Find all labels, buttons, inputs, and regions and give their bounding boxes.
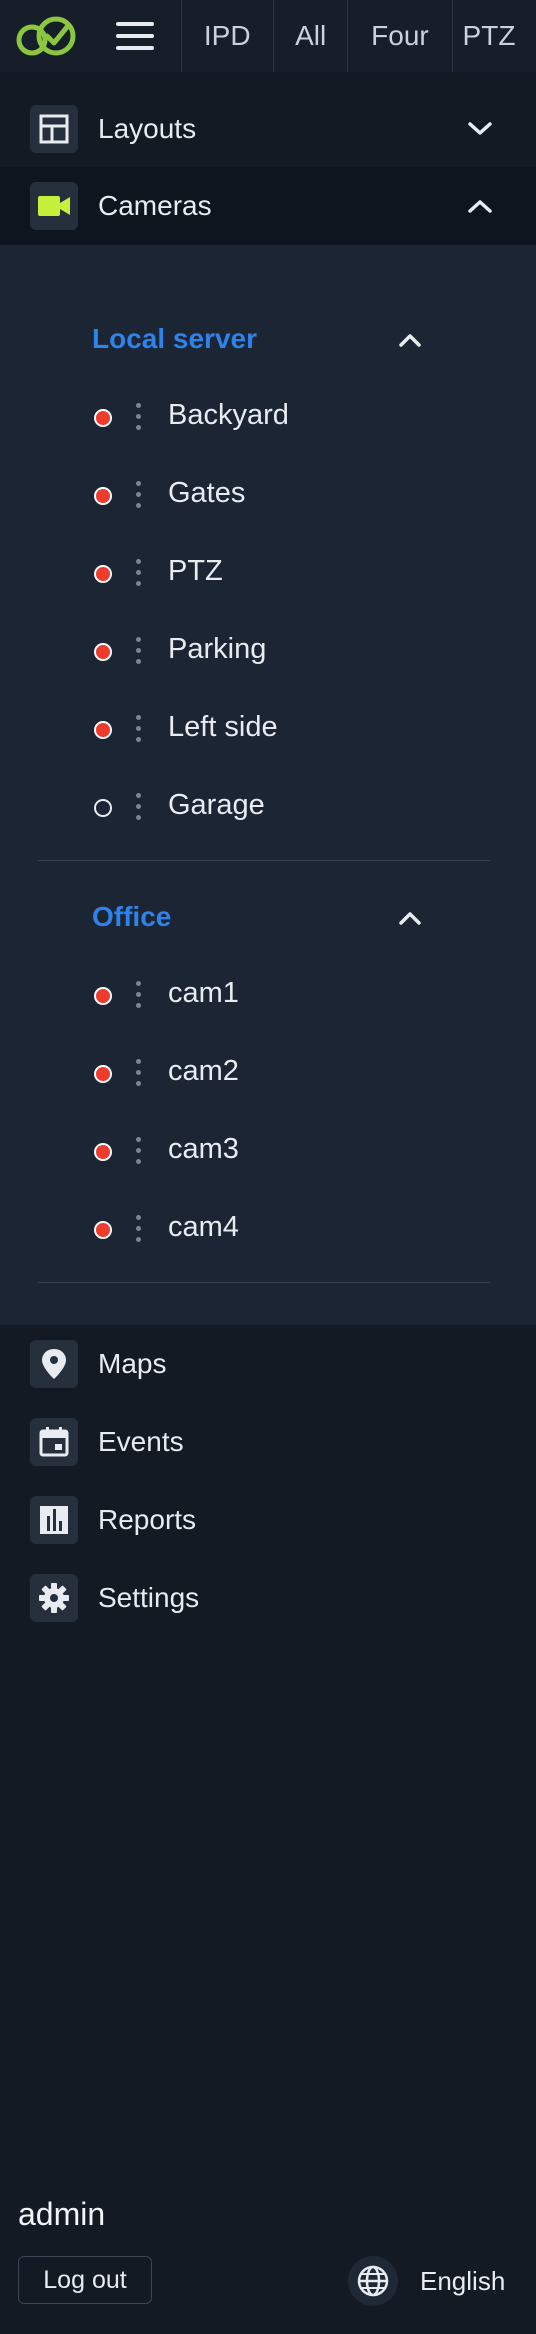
nav-item-cameras[interactable]: Cameras (0, 167, 536, 245)
drag-handle-icon[interactable] (136, 481, 142, 511)
camera-item[interactable]: cam3 (92, 1127, 492, 1177)
drag-handle-icon[interactable] (136, 637, 142, 667)
drag-handle-icon[interactable] (136, 1215, 142, 1245)
chevron-up-icon[interactable] (394, 324, 426, 356)
status-dot-online (94, 487, 112, 505)
camera-item[interactable]: Backyard (92, 393, 492, 443)
drag-handle-icon[interactable] (136, 981, 142, 1011)
menu-button[interactable] (89, 0, 182, 72)
nav-item-events[interactable]: Events (0, 1403, 536, 1481)
camera-label: Parking (168, 633, 267, 665)
group-divider (38, 860, 490, 861)
gear-icon (30, 1574, 78, 1622)
drag-handle-icon[interactable] (136, 793, 142, 823)
camera-item[interactable]: Parking (92, 627, 492, 677)
group-title-local-server[interactable]: Local server (92, 323, 257, 355)
nav-item-layouts[interactable]: Layouts (0, 90, 536, 168)
top-bar: IPD All Four PTZ (0, 0, 536, 72)
calendar-icon (30, 1418, 78, 1466)
camera-label: cam3 (168, 1133, 239, 1165)
video-camera-icon (30, 182, 78, 230)
drag-handle-icon[interactable] (136, 715, 142, 745)
group-title-office[interactable]: Office (92, 901, 171, 933)
hamburger-menu-icon (115, 22, 154, 50)
layout-grid-icon (30, 105, 78, 153)
globe-icon[interactable] (348, 2256, 398, 2306)
camera-label: cam1 (168, 977, 239, 1009)
status-dot-online (94, 721, 112, 739)
camera-label: Backyard (168, 399, 289, 431)
nav-label-reports: Reports (98, 1504, 197, 1535)
cameras-panel: Local server Backyard Gates PTZ Parking … (0, 245, 536, 1325)
tab-ipd[interactable]: IPD (182, 0, 274, 72)
camera-item[interactable]: cam4 (92, 1205, 492, 1255)
nav-label-maps: Maps (98, 1348, 167, 1379)
camera-label: Gates (168, 477, 246, 509)
nav-label-settings: Settings (98, 1582, 200, 1613)
nav-label-cameras: Cameras (98, 190, 212, 221)
camera-item[interactable]: Left side (92, 705, 492, 755)
camera-item[interactable]: Gates (92, 471, 492, 521)
chevron-up-icon[interactable] (464, 190, 496, 222)
status-dot-online (94, 565, 112, 583)
camera-label: Garage (168, 789, 265, 821)
camera-item[interactable]: Garage (92, 783, 492, 833)
username: admin (18, 2196, 106, 2232)
tab-all[interactable]: All (274, 0, 349, 72)
group-divider (38, 1282, 490, 1283)
status-dot-online (94, 409, 112, 427)
language-selector[interactable]: English (420, 2266, 505, 2297)
status-dot-online (94, 643, 112, 661)
status-dot-online (94, 1065, 112, 1083)
camera-item[interactable]: cam1 (92, 971, 492, 1021)
camera-label: cam2 (168, 1055, 239, 1087)
app-logo[interactable] (0, 0, 89, 72)
tab-four[interactable]: Four (348, 0, 453, 72)
status-dot-online (94, 1143, 112, 1161)
nav-item-maps[interactable]: Maps (0, 1325, 536, 1403)
logo-icon (16, 16, 76, 56)
drag-handle-icon[interactable] (136, 1059, 142, 1089)
bar-chart-icon (30, 1496, 78, 1544)
nav-label-events: Events (98, 1426, 184, 1457)
status-dot-online (94, 1221, 112, 1239)
drag-handle-icon[interactable] (136, 559, 142, 589)
camera-label: Left side (168, 711, 278, 743)
tab-ptz[interactable]: PTZ (453, 0, 536, 72)
drag-handle-icon[interactable] (136, 1137, 142, 1167)
nav-item-reports[interactable]: Reports (0, 1481, 536, 1559)
status-dot-offline (94, 799, 112, 817)
status-dot-online (94, 987, 112, 1005)
camera-item[interactable]: PTZ (92, 549, 492, 599)
chevron-up-icon[interactable] (394, 902, 426, 934)
camera-label: cam4 (168, 1211, 239, 1243)
map-pin-icon (30, 1340, 78, 1388)
drag-handle-icon[interactable] (136, 403, 142, 433)
chevron-down-icon[interactable] (464, 113, 496, 145)
camera-label: PTZ (168, 555, 223, 587)
camera-item[interactable]: cam2 (92, 1049, 492, 1099)
nav-label-layouts: Layouts (98, 113, 197, 144)
nav-item-settings[interactable]: Settings (0, 1559, 536, 1637)
logout-button[interactable]: Log out (18, 2256, 152, 2304)
